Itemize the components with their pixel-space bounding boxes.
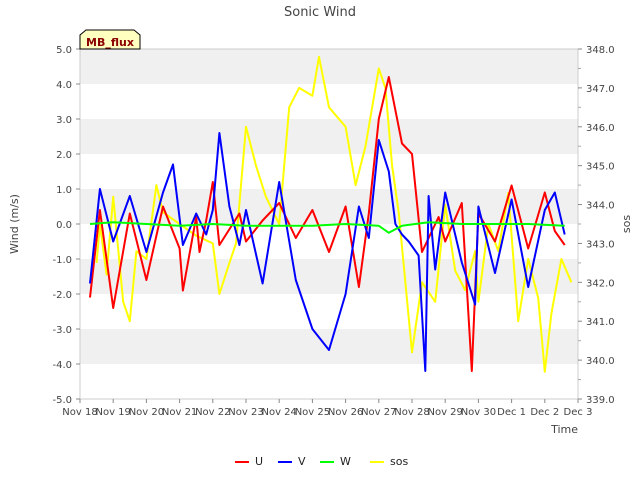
background-band [80,154,578,189]
left-y-axis: -5.0 -4.0 -3.0 -2.0 -1.0 0.0 1.0 2.0 3.0 4.0 5.0 [52,45,80,406]
y-axis-right-label: sos [620,215,633,233]
legend-label-sos: sos [390,455,408,468]
legend-label-v: V [298,455,306,468]
y-right-tick-label: 340.0 [586,356,615,367]
x-tick-label: Nov 29 [427,407,462,418]
site-label-tag: MB_flux [79,29,141,50]
sonic-wind-chart: Sonic Wind -5.0 -4.0 -3.0 -2.0 -1.0 0.0 1.0 2.0… [8,5,633,468]
x-tick-label: Nov 22 [195,407,230,418]
y-left-tick-label: 2.0 [56,150,72,161]
right-y-axis: 339.0 340.0 341.0 342.0 343.0 344.0 345.0 346.0… [578,45,615,406]
background-band [80,119,578,154]
x-tick-label: Nov 23 [228,407,263,418]
y-left-tick-label: 3.0 [56,115,72,126]
x-axis: Nov 18Nov 19Nov 20Nov 21Nov 22Nov 23Nov … [62,399,592,418]
x-tick-label: Nov 30 [461,407,496,418]
y-right-tick-label: 341.0 [586,317,615,328]
y-right-tick-label: 346.0 [586,123,615,134]
y-left-tick-label: 5.0 [56,45,72,56]
y-right-tick-label: 347.0 [586,84,615,95]
x-tick-label: Dec 3 [564,407,593,418]
background-band [80,259,578,294]
legend: U V Wsos [235,455,408,468]
y-right-tick-label: 343.0 [586,239,615,250]
y-axis-left-label: Wind (m/s) [8,194,21,254]
background-band [80,294,578,329]
y-right-tick-label: 342.0 [586,278,615,289]
legend-label-u: U [255,455,263,468]
y-left-tick-label: 1.0 [56,185,72,196]
y-left-tick-label: -2.0 [52,290,72,301]
x-tick-label: Nov 25 [295,407,330,418]
x-tick-label: Nov 26 [328,407,363,418]
x-tick-label: Dec 1 [497,407,526,418]
site-label: MB_flux [86,36,134,49]
y-right-tick-label: 348.0 [586,45,615,56]
chart-title: Sonic Wind [284,5,356,20]
background-band [80,84,578,119]
y-right-tick-label: 345.0 [586,162,615,173]
x-axis-label: Time [550,423,578,436]
x-tick-label: Nov 24 [261,407,296,418]
x-tick-label: Nov 27 [361,407,396,418]
y-right-tick-label: 339.0 [586,395,615,406]
background-band [80,49,578,84]
y-left-tick-label: -5.0 [52,395,72,406]
y-left-tick-label: -4.0 [52,360,72,371]
y-left-tick-label: 0.0 [56,220,72,231]
x-tick-label: Nov 18 [62,407,97,418]
legend-label-w: W [340,455,351,468]
y-left-tick-label: 4.0 [56,80,72,91]
x-tick-label: Nov 20 [129,407,164,418]
x-tick-label: Nov 21 [162,407,197,418]
y-right-tick-label: 344.0 [586,201,615,212]
background-band [80,364,578,399]
x-tick-label: Dec 2 [530,407,559,418]
y-left-tick-label: -1.0 [52,255,72,266]
x-tick-label: Nov 19 [95,407,130,418]
x-tick-label: Nov 28 [394,407,429,418]
y-left-tick-label: -3.0 [52,325,72,336]
